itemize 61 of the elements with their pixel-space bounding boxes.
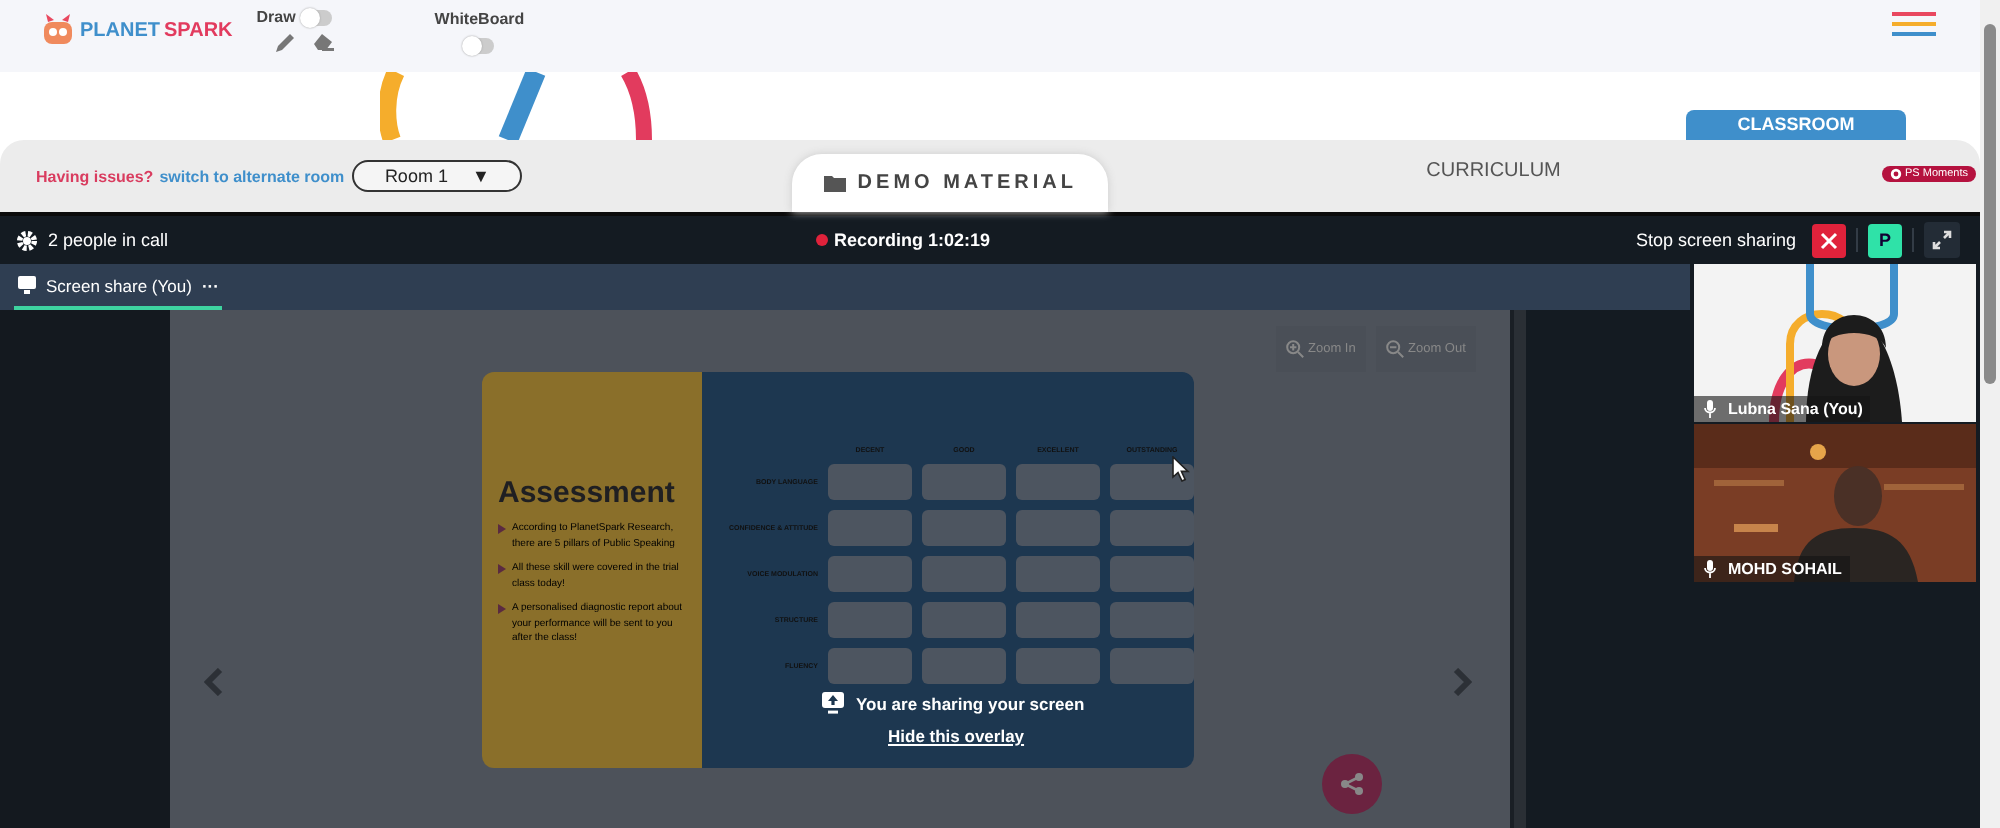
recording-status: Recording 1:02:19 [816,230,991,250]
zoom-in-icon [1286,340,1304,358]
monitor-icon [18,276,36,294]
settings-icon[interactable] [16,229,38,251]
participant-button[interactable]: P [1868,223,1902,257]
scrollbar[interactable] [1510,310,1526,828]
grid-cell [828,464,912,500]
bullet-icon [498,564,506,574]
grid-cell [1016,510,1100,546]
whiteboard-label: WhiteBoard [434,10,525,28]
menu-icon[interactable] [1892,12,1936,36]
grid-cell [1110,602,1194,638]
stop-sharing-button[interactable] [1812,223,1846,257]
microphone-icon[interactable] [1704,560,1716,578]
bullet-icon [498,524,506,534]
fullscreen-button[interactable] [1924,222,1960,258]
draw-toggle[interactable] [303,9,332,25]
whiteboard-toggle[interactable] [465,38,494,54]
stop-sharing-label: Stop screen sharing [1635,230,1796,250]
demo-material-button[interactable]: DEMO MATERIAL [792,154,1109,212]
grid-cell [922,510,1006,546]
sharing-message: You are sharing your screen [856,693,1085,713]
grid-cell [828,510,912,546]
share-icon [1340,772,1364,796]
grid-cell [1110,648,1194,684]
participant-name: MOHD SOHAIL [1728,560,1842,578]
draw-label: Draw [256,8,296,26]
eraser-icon[interactable] [312,32,335,52]
folder-icon [823,174,846,192]
hide-overlay-link[interactable]: Hide this overlay [888,726,1025,746]
grid-cell [828,556,912,592]
bullet-icon [498,604,506,614]
grid-cell [1110,556,1194,592]
expand-icon [1932,230,1952,250]
close-icon [1820,231,1838,249]
curriculum-tab[interactable]: CURRICULUM [1426,159,1561,181]
grid-cell [922,602,1006,638]
share-button[interactable] [1322,754,1382,814]
pencil-icon[interactable] [274,32,297,54]
participant-name: Lubna Sana (You) [1728,400,1863,418]
classroom-tab[interactable]: CLASSROOM [1686,110,1906,140]
grid-cell [1016,464,1100,500]
room-select[interactable]: Room 1 ▼ [352,160,523,192]
grid-cell [1110,464,1194,500]
grid-cell [828,648,912,684]
grid-cell [922,556,1006,592]
logo: PLANET SPARK [40,14,233,46]
grid-cell [1016,602,1100,638]
grid-cell [1110,510,1194,546]
grid-cell [1016,556,1100,592]
grid-cell [922,648,1006,684]
slide-title: Assessment [498,476,677,510]
page-scrollbar[interactable] [1980,0,2000,828]
zoom-out-icon [1386,340,1404,358]
mascot-icon [40,14,76,46]
issue-text: Having issues? [36,167,154,185]
cursor-icon [1172,456,1190,482]
people-count: 2 people in call [48,230,169,250]
grid-cell [922,464,1006,500]
grid-cell [828,602,912,638]
grid-cell [1016,648,1100,684]
